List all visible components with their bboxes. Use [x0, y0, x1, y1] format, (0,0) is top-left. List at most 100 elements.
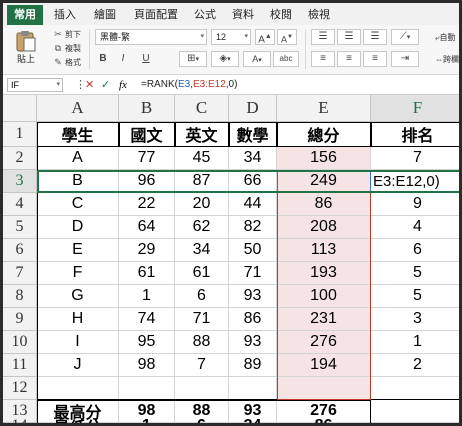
select-all-corner[interactable]: [3, 95, 37, 122]
cell[interactable]: 74: [119, 308, 175, 331]
row-header-6[interactable]: 6: [3, 239, 37, 262]
cell[interactable]: 6: [371, 239, 459, 262]
orientation-button[interactable]: ⟋▾: [391, 29, 419, 45]
row-header-8[interactable]: 8: [3, 285, 37, 308]
tab-page-layout[interactable]: 頁面配置: [129, 5, 183, 25]
cell[interactable]: 9: [371, 193, 459, 216]
column-header-e[interactable]: E: [277, 95, 371, 122]
cell[interactable]: 29: [119, 239, 175, 262]
column-header-f[interactable]: F: [371, 95, 459, 122]
row-header-7[interactable]: 7: [3, 262, 37, 285]
borders-button[interactable]: ⊞▾: [179, 51, 207, 67]
cell[interactable]: 34: [229, 147, 277, 170]
cell[interactable]: 總分: [277, 122, 371, 147]
cell[interactable]: 86: [229, 308, 277, 331]
cell[interactable]: 學生: [37, 122, 119, 147]
cell[interactable]: 194: [277, 354, 371, 377]
cell[interactable]: 4: [371, 216, 459, 239]
cell[interactable]: 100: [277, 285, 371, 308]
tab-draw[interactable]: 繪圖: [89, 5, 121, 25]
cell[interactable]: 77: [119, 147, 175, 170]
cell[interactable]: C: [37, 193, 119, 216]
cell[interactable]: 71: [175, 308, 229, 331]
cell[interactable]: 7: [175, 354, 229, 377]
formula-input[interactable]: =RANK(E3,E3:E12,0): [141, 78, 237, 92]
font-name-select[interactable]: 黑體-繁 ▾: [95, 29, 207, 45]
cell[interactable]: 98: [119, 354, 175, 377]
tab-review[interactable]: 校閱: [265, 5, 297, 25]
tab-insert[interactable]: 插入: [49, 5, 81, 25]
copy-button[interactable]: ⧉ 複製: [53, 42, 81, 55]
italic-button[interactable]: I: [115, 51, 131, 67]
cell[interactable]: J: [37, 354, 119, 377]
cell[interactable]: 95: [119, 331, 175, 354]
enter-icon[interactable]: ✓: [101, 78, 110, 92]
cell[interactable]: 89: [229, 354, 277, 377]
format-painter-button[interactable]: ✎ 格式: [53, 56, 81, 69]
cell[interactable]: 156: [277, 147, 371, 170]
align-left-button[interactable]: ≡: [311, 51, 335, 67]
font-color-button[interactable]: A▾: [243, 51, 271, 67]
cell[interactable]: 1: [119, 285, 175, 308]
cell[interactable]: 249: [277, 170, 371, 193]
cell[interactable]: 208: [277, 216, 371, 239]
underline-button[interactable]: U: [135, 51, 157, 67]
row-header-1[interactable]: 1: [3, 122, 37, 147]
cell[interactable]: 2: [371, 354, 459, 377]
cell[interactable]: 5: [371, 285, 459, 308]
row-header-5[interactable]: 5: [3, 216, 37, 239]
merge-button[interactable]: ⇔跨欄: [435, 54, 459, 65]
cell[interactable]: 88: [175, 331, 229, 354]
cell[interactable]: 國文: [119, 122, 175, 147]
cell[interactable]: 50: [229, 239, 277, 262]
cell[interactable]: 5: [371, 262, 459, 285]
cell[interactable]: [119, 377, 175, 400]
align-middle-button[interactable]: ☰: [337, 29, 361, 45]
row-header-9[interactable]: 9: [3, 308, 37, 331]
cell[interactable]: 1: [371, 331, 459, 354]
cell[interactable]: 44: [229, 193, 277, 216]
align-right-button[interactable]: ≡: [363, 51, 387, 67]
cell[interactable]: E3:E12,0): [371, 170, 459, 193]
name-box[interactable]: IF ▾: [7, 78, 63, 92]
insert-function-icon[interactable]: fx: [119, 78, 127, 92]
tab-view[interactable]: 檢視: [303, 5, 335, 25]
cell[interactable]: F: [37, 262, 119, 285]
cell[interactable]: 87: [175, 170, 229, 193]
cell[interactable]: 82: [229, 216, 277, 239]
phonetic-button[interactable]: abc: [273, 51, 299, 67]
row-header-4[interactable]: 4: [3, 193, 37, 216]
cell[interactable]: 3: [371, 308, 459, 331]
indent-button[interactable]: ⇥: [391, 51, 419, 67]
cell[interactable]: D: [37, 216, 119, 239]
cell[interactable]: 113: [277, 239, 371, 262]
cell[interactable]: 20: [175, 193, 229, 216]
tab-home[interactable]: 常用: [7, 5, 43, 25]
cell[interactable]: 231: [277, 308, 371, 331]
cell[interactable]: I: [37, 331, 119, 354]
cell[interactable]: [175, 377, 229, 400]
row-header-12[interactable]: 12: [3, 377, 37, 400]
cell[interactable]: H: [37, 308, 119, 331]
cell[interactable]: B: [37, 170, 119, 193]
row-header-3[interactable]: 3: [3, 170, 37, 193]
row-header-10[interactable]: 10: [3, 331, 37, 354]
decrease-font-button[interactable]: A▼: [277, 29, 297, 45]
row-header-2[interactable]: 2: [3, 147, 37, 170]
cell[interactable]: 34: [175, 239, 229, 262]
cell[interactable]: [371, 400, 459, 423]
cell[interactable]: 86: [277, 193, 371, 216]
cell[interactable]: 61: [119, 262, 175, 285]
cut-button[interactable]: ✂ 剪下: [53, 28, 81, 41]
row-header-11[interactable]: 11: [3, 354, 37, 377]
cell[interactable]: 45: [175, 147, 229, 170]
cell[interactable]: 61: [175, 262, 229, 285]
tab-formulas[interactable]: 公式: [189, 5, 221, 25]
cell[interactable]: 英文: [175, 122, 229, 147]
cell[interactable]: 62: [175, 216, 229, 239]
cell[interactable]: [277, 377, 371, 400]
align-center-button[interactable]: ≡: [337, 51, 361, 67]
cell[interactable]: 數學: [229, 122, 277, 147]
column-header-c[interactable]: C: [175, 95, 229, 122]
cell[interactable]: 93: [229, 285, 277, 308]
